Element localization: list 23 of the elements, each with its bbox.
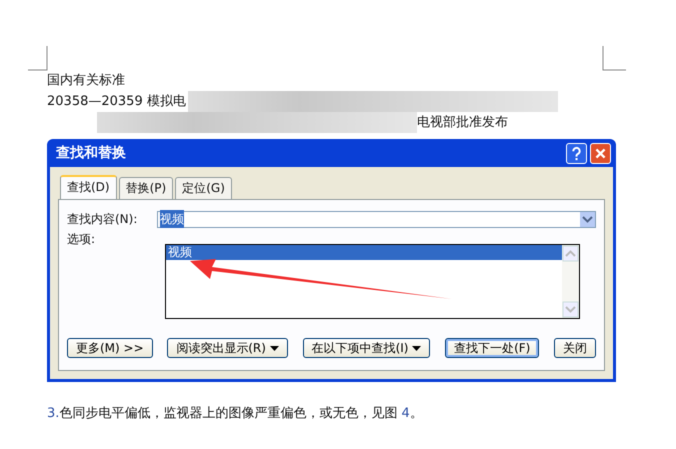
document-text: 国内有关标准 (47, 72, 125, 90)
find-combo-field[interactable]: 视频 (157, 210, 596, 228)
close-icon[interactable] (590, 142, 611, 164)
tab[interactable]: 查找(D) (60, 175, 117, 199)
dropdown-item[interactable]: 视频 (166, 245, 562, 260)
options-label: 选项: (67, 231, 96, 248)
window-title: 查找和替换 (56, 144, 126, 162)
crop-mark-icon (28, 46, 50, 72)
dialog-button[interactable]: 在以下项中查找(I) (302, 338, 430, 358)
dialog-button[interactable]: 更多(M) >> (67, 338, 153, 358)
caret-icon (412, 346, 422, 352)
dialog-button[interactable]: 阅读突出显示(R) (167, 338, 288, 358)
tab[interactable]: 替换(P) (118, 177, 174, 199)
tab[interactable]: 定位(G) (175, 177, 232, 199)
dialog-button[interactable]: 查找下一处(F) (445, 338, 540, 358)
crop-mark-icon (602, 46, 626, 72)
dialog-button[interactable]: 关闭 (554, 338, 596, 358)
document-text: 20358—20359 模拟电 (47, 92, 186, 110)
help-icon[interactable] (566, 142, 587, 164)
find-label: 查找内容(N): (67, 211, 138, 228)
caret-icon (270, 346, 279, 352)
document-text: 电视部批准发布 (417, 114, 508, 132)
document-paragraph: 3.色同步电平偏低，监视器上的图像严重偏色，或无色，见图 4。 (47, 405, 424, 423)
